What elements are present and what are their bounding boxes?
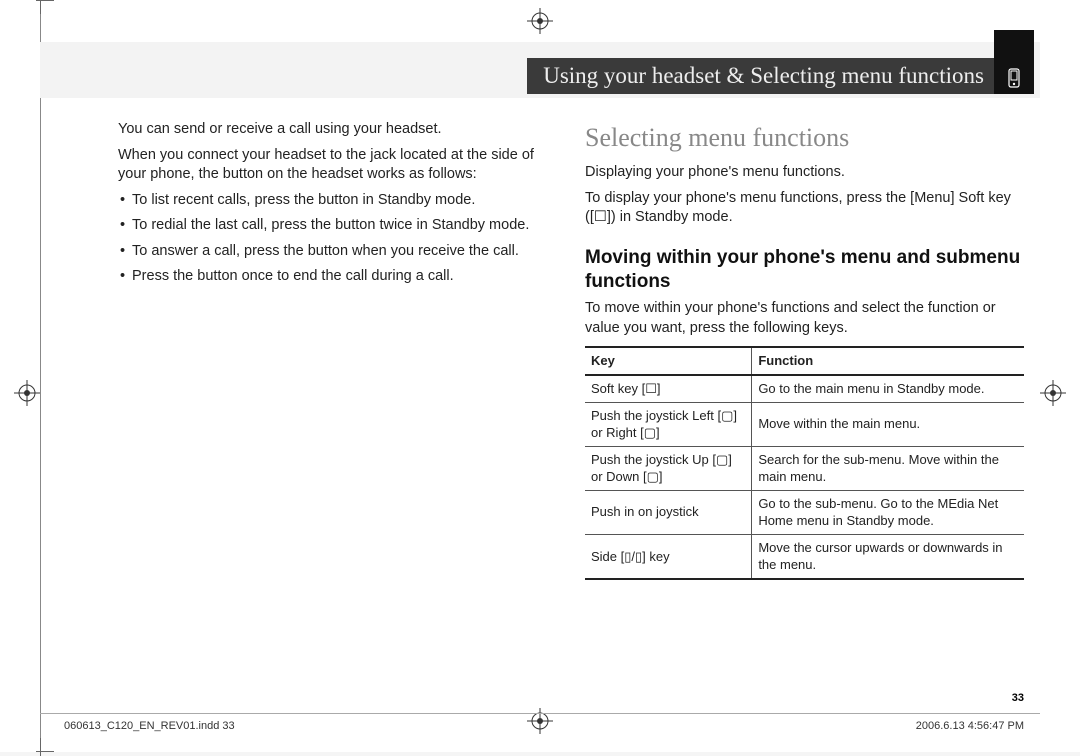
table-cell: Push the joystick Up [▢] or Down [▢] — [585, 446, 752, 490]
bullet-list: To list recent calls, press the button i… — [118, 191, 557, 287]
table-cell: Soft key [☐] — [585, 375, 752, 402]
table-row: Push in on joystick Go to the sub-menu. … — [585, 490, 1024, 534]
paragraph: To display your phone's menu functions, … — [585, 189, 1024, 228]
table-cell: Go to the sub-menu. Go to the MEdia Net … — [752, 490, 1024, 534]
paragraph: You can send or receive a call using you… — [118, 120, 557, 140]
registration-mark-icon — [1040, 380, 1066, 406]
table-cell: Search for the sub-menu. Move within the… — [752, 446, 1024, 490]
header-tab-icon — [994, 30, 1034, 94]
list-item: To list recent calls, press the button i… — [118, 191, 557, 211]
paragraph: Displaying your phone's menu functions. — [585, 163, 1024, 183]
table-cell: Go to the main menu in Standby mode. — [752, 375, 1024, 402]
left-column: You can send or receive a call using you… — [118, 120, 557, 692]
table-cell: Push the joystick Left [▢] or Right [▢] — [585, 402, 752, 446]
right-column: Selecting menu functions Displaying your… — [585, 120, 1024, 692]
subsection-title: Moving within your phone's menu and subm… — [585, 246, 1024, 294]
list-item: To redial the last call, press the butto… — [118, 216, 557, 236]
footer-timestamp: 2006.6.13 4:56:47 PM — [916, 720, 1024, 732]
paragraph: When you connect your headset to the jac… — [118, 146, 557, 185]
table-header: Key — [585, 347, 752, 375]
table-row: Side [▯/▯] key Move the cursor upwards o… — [585, 534, 1024, 579]
trim-line — [40, 0, 41, 752]
table-cell: Push in on joystick — [585, 490, 752, 534]
page-title: Using your headset & Selecting menu func… — [527, 58, 1034, 94]
page: Using your headset & Selecting menu func… — [0, 0, 1080, 752]
registration-mark-icon — [527, 708, 553, 734]
registration-mark-icon — [527, 8, 553, 34]
footer-rule — [40, 713, 1040, 714]
crop-mark — [36, 0, 54, 14]
content: You can send or receive a call using you… — [118, 120, 1024, 692]
crop-mark — [36, 738, 54, 756]
table-row: Push the joystick Up [▢] or Down [▢] Sea… — [585, 446, 1024, 490]
table-cell: Move the cursor upwards or downwards in … — [752, 534, 1024, 579]
footer-filename: 060613_C120_EN_REV01.indd 33 — [64, 720, 235, 732]
table-cell: Move within the main menu. — [752, 402, 1024, 446]
table-header: Function — [752, 347, 1024, 375]
table-row: Push the joystick Left [▢] or Right [▢] … — [585, 402, 1024, 446]
key-function-table: Key Function Soft key [☐] Go to the main… — [585, 346, 1024, 579]
table-cell: Side [▯/▯] key — [585, 534, 752, 579]
page-number: 33 — [1012, 692, 1024, 704]
table-row: Soft key [☐] Go to the main menu in Stan… — [585, 375, 1024, 402]
registration-mark-icon — [14, 380, 40, 406]
list-item: Press the button once to end the call du… — [118, 267, 557, 287]
list-item: To answer a call, press the button when … — [118, 242, 557, 262]
section-title: Selecting menu functions — [585, 120, 1024, 155]
paragraph: To move within your phone's functions an… — [585, 299, 1024, 338]
